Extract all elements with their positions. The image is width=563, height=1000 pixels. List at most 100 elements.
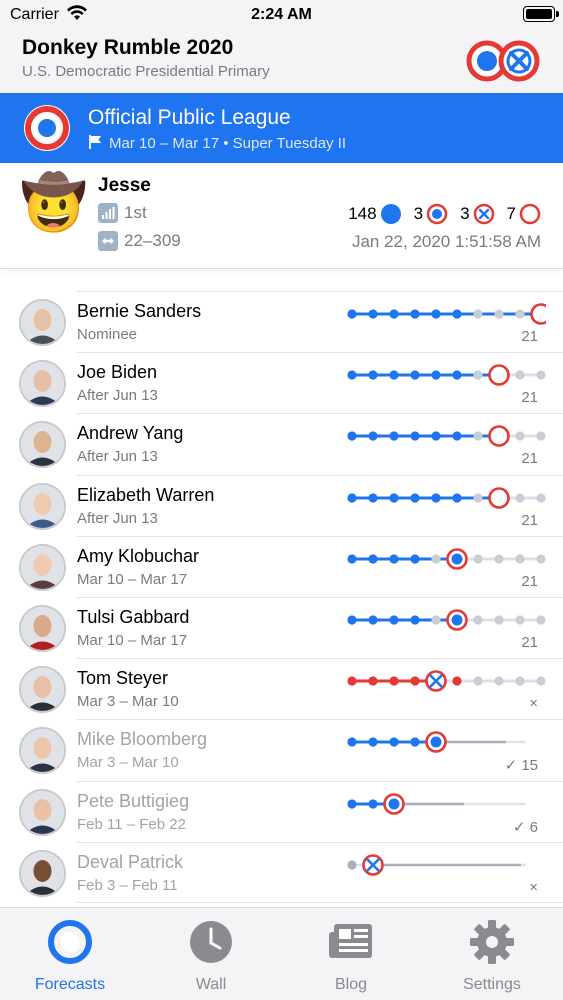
track-dot xyxy=(368,676,378,686)
track-dot xyxy=(389,554,399,564)
range-arrows-icon xyxy=(98,231,118,251)
candidate-row[interactable]: Deval Patrick Feb 3 – Feb 11 × xyxy=(19,841,563,903)
tab-label: Blog xyxy=(334,976,368,993)
forecast-track[interactable] xyxy=(346,851,546,879)
track-dot xyxy=(431,492,441,503)
clock-time: 2:24 AM xyxy=(251,6,312,23)
track-dot xyxy=(515,554,525,564)
gear-icon xyxy=(437,918,547,966)
candidate-row[interactable]: Pete Buttigieg Feb 11 – Feb 22 ✓ 6 xyxy=(19,780,563,842)
stat-empty-ring-value: 7 xyxy=(506,204,516,223)
forecast-track[interactable] xyxy=(346,790,546,818)
track-dot xyxy=(536,492,546,503)
track-dot xyxy=(473,370,483,380)
app-header: Donkey Rumble 2020 U.S. Democratic Presi… xyxy=(0,30,563,93)
app-subtitle: U.S. Democratic Presidential Primary xyxy=(22,63,270,80)
forecast-track[interactable] xyxy=(346,484,546,512)
candidate-score: 21 xyxy=(521,328,538,345)
track-dot xyxy=(473,309,483,319)
user-range: 22–309 xyxy=(98,231,181,251)
candidate-row[interactable]: Tom Steyer Mar 3 – Mar 10 × xyxy=(19,658,563,719)
track-marker xyxy=(446,547,468,570)
candidate-row[interactable]: Amy Klobuchar Mar 10 – Mar 17 21 xyxy=(19,535,563,597)
candidate-list: Bernie Sanders Nominee 21 Joe Biden Afte… xyxy=(0,291,563,903)
forecast-track[interactable] xyxy=(346,728,546,756)
candidate-row[interactable]: Andrew Yang After Jun 13 21 xyxy=(19,413,563,474)
candidate-name: Mike Bloomberg xyxy=(77,729,208,750)
user-card[interactable]: 🤠 Jesse 1st 22–309 148 3 3 7 Jan 22, 202… xyxy=(0,163,563,269)
track-dot xyxy=(368,309,378,319)
tab-settings[interactable]: Settings xyxy=(437,918,547,994)
track-dot xyxy=(515,370,525,380)
candidate-row[interactable]: Elizabeth Warren After Jun 13 21 xyxy=(19,474,563,536)
track-marker xyxy=(383,792,405,815)
candidate-name: Pete Buttigieg xyxy=(77,790,190,811)
tab-blog[interactable]: Blog xyxy=(296,918,406,994)
status-bar: Carrier 2:24 AM xyxy=(0,0,563,30)
forecast-track[interactable] xyxy=(346,361,546,389)
user-stats: 148 3 3 7 xyxy=(336,203,541,225)
track-dot xyxy=(347,798,357,809)
candidate-score: 21 xyxy=(521,511,538,529)
track-dot xyxy=(431,615,441,625)
tab-wall[interactable]: Wall xyxy=(156,918,266,994)
forecast-track[interactable] xyxy=(346,422,546,450)
candidate-row[interactable]: Tulsi Gabbard Mar 10 – Mar 17 21 xyxy=(19,596,563,658)
track-marker xyxy=(425,670,447,692)
candidate-score: ✓ 15 xyxy=(504,757,538,775)
league-banner[interactable]: Official Public League Mar 10 – Mar 17 •… xyxy=(0,93,563,163)
candidate-score: ✓ 6 xyxy=(512,818,538,836)
track-dot xyxy=(347,554,357,564)
candidate-row[interactable]: Joe Biden After Jun 13 21 xyxy=(19,352,563,413)
track-dot xyxy=(515,615,525,625)
candidate-avatar xyxy=(19,543,66,591)
forecast-track[interactable] xyxy=(346,606,546,634)
track-dot xyxy=(368,492,378,503)
track-dot xyxy=(347,431,357,441)
track-dot xyxy=(389,492,399,503)
stat-ring-x: 3 xyxy=(460,203,494,225)
forecast-track[interactable] xyxy=(346,545,546,573)
track-dot xyxy=(515,309,525,319)
user-avatar: 🤠 xyxy=(20,173,88,233)
ring-x-icon xyxy=(473,203,494,225)
ring-dot-icon xyxy=(426,203,448,225)
newspaper-icon xyxy=(296,918,406,966)
track-dot xyxy=(536,615,546,625)
flag-icon xyxy=(88,134,104,154)
candidate-score: × xyxy=(529,878,538,896)
candidate-avatar xyxy=(19,604,66,652)
stat-ring-dot: 3 xyxy=(414,203,448,225)
candidate-name: Joe Biden xyxy=(77,362,158,383)
candidate-row[interactable]: Mike Bloomberg Mar 3 – Mar 10 ✓ 15 xyxy=(19,719,563,780)
track-dot xyxy=(473,554,483,564)
forecast-track[interactable] xyxy=(346,667,546,695)
stat-ring-dot-value: 3 xyxy=(413,204,424,223)
track-dot xyxy=(389,431,399,441)
candidate-date: Mar 3 – Mar 10 xyxy=(77,754,179,772)
candidate-score: 21 xyxy=(521,389,538,407)
track-dot xyxy=(494,676,504,686)
clock-icon xyxy=(156,918,266,966)
track-dot xyxy=(368,554,378,564)
candidate-name: Deval Patrick xyxy=(77,851,184,872)
track-dot xyxy=(515,676,525,686)
app-logo-icon[interactable] xyxy=(465,38,543,89)
tab-forecasts[interactable]: Forecasts xyxy=(15,918,125,994)
candidate-avatar xyxy=(19,727,66,775)
track-dot xyxy=(431,431,441,441)
track-dot xyxy=(494,554,504,564)
track-dot xyxy=(536,554,546,564)
user-rank-text: 1st xyxy=(124,203,147,222)
target-icon xyxy=(15,918,125,966)
forecast-track[interactable] xyxy=(346,300,546,328)
candidate-date: Feb 11 – Feb 22 xyxy=(77,815,186,833)
track-dot xyxy=(515,492,525,503)
candidate-row[interactable]: Bernie Sanders Nominee 21 xyxy=(19,291,563,352)
user-rank: 1st xyxy=(98,203,147,223)
candidate-name: Tulsi Gabbard xyxy=(77,606,190,627)
track-dot xyxy=(494,309,504,319)
track-dot xyxy=(494,615,504,625)
track-dot xyxy=(368,737,378,747)
track-dot xyxy=(347,860,357,870)
